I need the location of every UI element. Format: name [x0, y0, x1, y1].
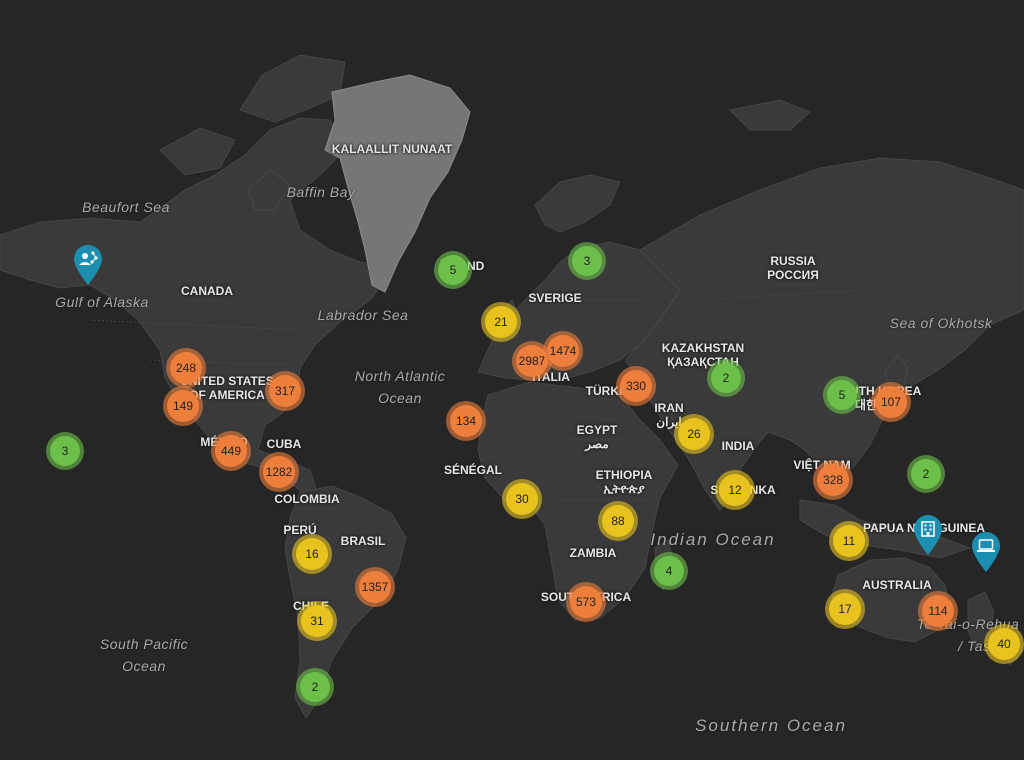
cluster-count: 5 [827, 380, 857, 410]
cluster-marker-us-west-south[interactable]: 149 [163, 386, 203, 426]
cluster-count: 5 [438, 255, 468, 285]
cluster-marker-mexico[interactable]: 449 [211, 431, 251, 471]
cluster-count: 114 [922, 595, 954, 627]
cluster-count: 12 [719, 474, 751, 506]
pin-png[interactable] [913, 514, 943, 561]
cluster-marker-madagascar[interactable]: 4 [650, 552, 688, 590]
cluster-count: 248 [170, 352, 202, 384]
cluster-marker-new-zealand[interactable]: 40 [984, 624, 1024, 664]
laptop-icon [972, 532, 1000, 572]
cluster-marker-us-west-north[interactable]: 248 [166, 348, 206, 388]
cluster-marker-caribbean[interactable]: 1282 [259, 452, 299, 492]
cluster-count: 31 [301, 605, 333, 637]
cluster-marker-brazil[interactable]: 1357 [355, 567, 395, 607]
cluster-count: 330 [620, 370, 652, 402]
cluster-count: 107 [875, 386, 907, 418]
world-map[interactable]: Beaufort Sea Baffin Bay Gulf of Alaska L… [0, 0, 1024, 760]
person-network-icon [74, 245, 102, 285]
cluster-count: 40 [988, 628, 1020, 660]
cluster-marker-west-africa[interactable]: 134 [446, 401, 486, 441]
cluster-marker-east-australia[interactable]: 114 [918, 591, 958, 631]
cluster-count: 328 [817, 464, 849, 496]
cluster-marker-uae[interactable]: 26 [674, 414, 714, 454]
cluster-marker-europe-central[interactable]: 1474 [543, 331, 583, 371]
cluster-count: 30 [506, 483, 538, 515]
cluster-count: 317 [269, 375, 301, 407]
cluster-marker-kazakhstan[interactable]: 2 [707, 359, 745, 397]
cluster-count: 1357 [359, 571, 391, 603]
cluster-count: 3 [50, 436, 80, 466]
cluster-marker-us-east[interactable]: 317 [265, 371, 305, 411]
cluster-marker-japan[interactable]: 107 [871, 382, 911, 422]
cluster-marker-vietnam[interactable]: 328 [813, 460, 853, 500]
cluster-marker-patagonia[interactable]: 2 [296, 668, 334, 706]
cluster-marker-iceland[interactable]: 5 [434, 251, 472, 289]
cluster-marker-south-africa[interactable]: 573 [566, 582, 606, 622]
cluster-count: 4 [654, 556, 684, 586]
pin-pacific[interactable] [971, 531, 1001, 578]
cluster-count: 2 [711, 363, 741, 393]
cluster-count: 16 [296, 538, 328, 570]
landmass-layer [0, 54, 1024, 719]
cluster-count: 149 [167, 390, 199, 422]
cluster-marker-china[interactable]: 5 [823, 376, 861, 414]
cluster-marker-west-australia[interactable]: 17 [825, 589, 865, 629]
pin-alaska[interactable] [73, 244, 103, 291]
cluster-count: 1474 [547, 335, 579, 367]
cluster-marker-kenya[interactable]: 88 [598, 501, 638, 541]
cluster-count: 17 [829, 593, 861, 625]
cluster-count: 88 [602, 505, 634, 537]
cluster-count: 449 [215, 435, 247, 467]
cluster-count: 573 [570, 586, 602, 618]
cluster-count: 26 [678, 418, 710, 450]
cluster-marker-indonesia[interactable]: 11 [829, 521, 869, 561]
cluster-count: 21 [485, 306, 517, 338]
cluster-marker-scandinavia[interactable]: 3 [568, 242, 606, 280]
cluster-count: 2 [300, 672, 330, 702]
cluster-marker-sri-lanka[interactable]: 12 [715, 470, 755, 510]
cluster-count: 3 [572, 246, 602, 276]
cluster-marker-hawaii[interactable]: 3 [46, 432, 84, 470]
cluster-count: 134 [450, 405, 482, 437]
cluster-marker-chile[interactable]: 31 [297, 601, 337, 641]
cluster-marker-nigeria[interactable]: 30 [502, 479, 542, 519]
cluster-marker-peru[interactable]: 16 [292, 534, 332, 574]
cluster-count: 11 [833, 525, 865, 557]
cluster-marker-turkiye[interactable]: 330 [616, 366, 656, 406]
cluster-marker-pacific-islands[interactable]: 2 [907, 455, 945, 493]
cluster-count: 2 [911, 459, 941, 489]
building-icon [914, 515, 942, 555]
cluster-count: 1282 [263, 456, 295, 488]
cluster-marker-ireland[interactable]: 21 [481, 302, 521, 342]
